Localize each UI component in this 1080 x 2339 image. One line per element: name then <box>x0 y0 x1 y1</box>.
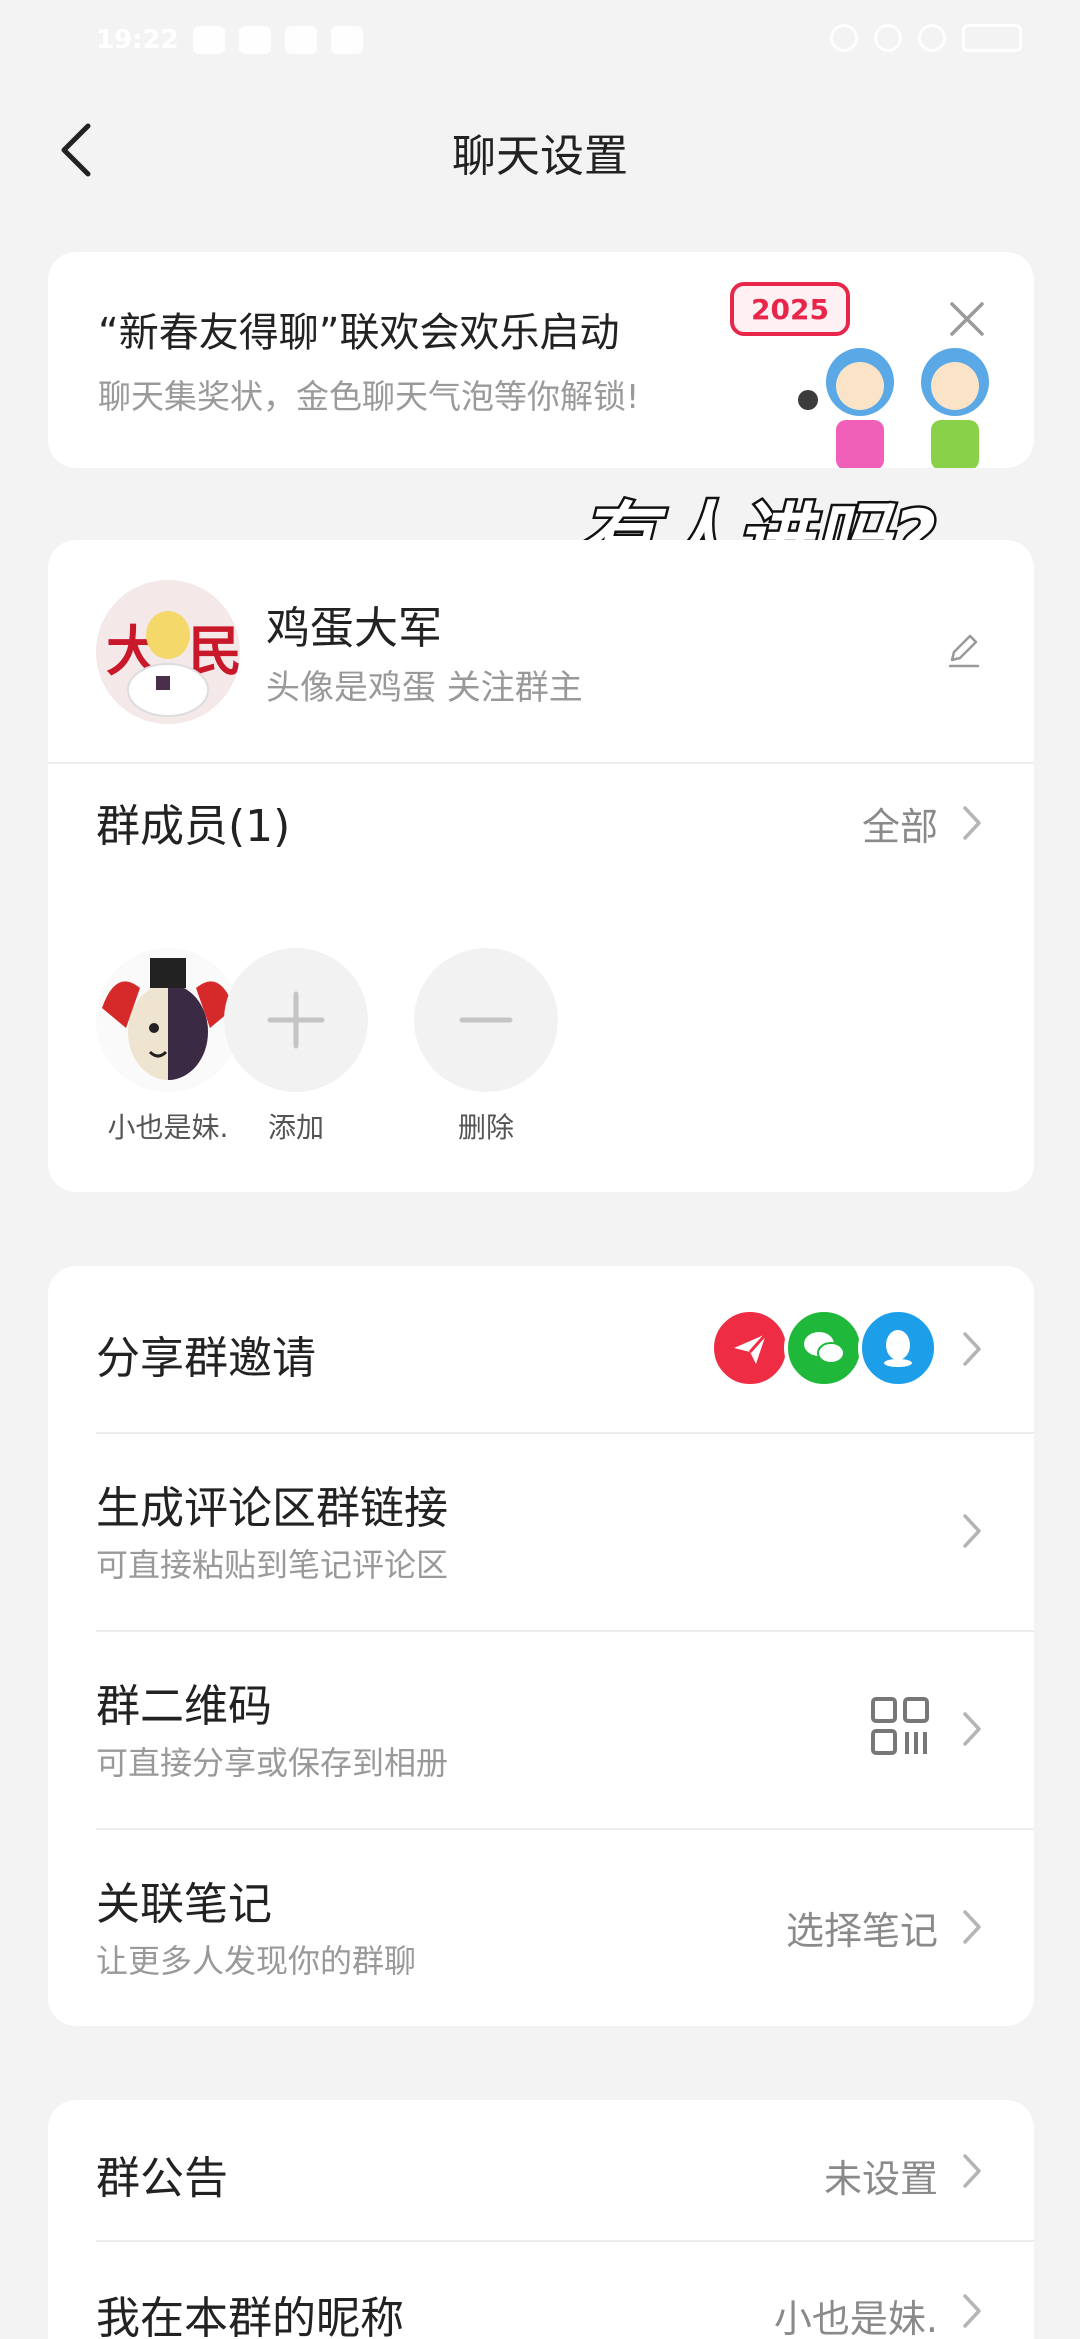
add-member-label: 添加 <box>267 1111 324 1144</box>
qr-code-icon <box>871 1697 929 1755</box>
members-label: 群成员(1) <box>96 801 291 852</box>
share-icon-group <box>710 1308 938 1388</box>
chevron-right-icon <box>963 1332 981 1366</box>
comment-link-row[interactable]: 生成评论区群链接 可直接粘贴到笔记评论区 <box>48 1434 1034 1630</box>
close-icon[interactable] <box>944 296 990 342</box>
add-circle <box>224 948 368 1092</box>
group-avatar[interactable]: 大 民 <box>96 580 240 724</box>
wechat-icon <box>784 1308 864 1388</box>
nav-bar: 聊天设置 <box>0 100 1080 200</box>
qq-icon <box>858 1308 938 1388</box>
mute-icon <box>830 24 858 52</box>
notification-icon <box>192 26 225 54</box>
promo-title: “新春友得聊”联欢会欢乐启动 <box>98 310 620 356</box>
comment-link-title: 生成评论区群链接 <box>96 1483 448 1534</box>
promo-banner[interactable]: “新春友得聊”联欢会欢乐启动 聊天集奖状，金色聊天气泡等你解锁! 2025 <box>48 252 1034 468</box>
announcement-row[interactable]: 群公告 未设置 <box>48 2100 1034 2240</box>
send-icon <box>710 1308 790 1388</box>
chick-avatar-icon: 大 民 <box>96 580 240 724</box>
nickname-value: 小也是妹. <box>773 2297 938 2339</box>
remove-circle <box>414 948 558 1092</box>
nickname-row[interactable]: 我在本群的昵称 小也是妹. <box>48 2242 1034 2339</box>
moon-icon <box>874 24 902 52</box>
minus-icon <box>459 1017 513 1023</box>
remove-member-label: 删除 <box>457 1111 514 1144</box>
members-all-link[interactable]: 全部 <box>862 796 938 851</box>
remove-member-button[interactable]: 删除 <box>406 948 566 1146</box>
notification-icon <box>284 26 317 54</box>
promo-subtitle: 聊天集奖状，金色聊天气泡等你解锁! <box>98 377 640 416</box>
announcement-label: 群公告 <box>96 2153 228 2204</box>
group-description: 头像是鸡蛋 关注群主 <box>266 668 583 708</box>
linked-note-subtitle: 让更多人发现你的群聊 <box>96 1942 417 1980</box>
chevron-right-icon <box>963 1712 981 1746</box>
group-settings-card: 群公告 未设置 我在本群的昵称 小也是妹. <box>48 2100 1034 2339</box>
qr-code-row[interactable]: 群二维码 可直接分享或保存到相册 <box>48 1632 1034 1828</box>
select-note-link[interactable]: 选择笔记 <box>786 1900 938 1955</box>
battery-icon <box>962 24 1022 52</box>
qr-code-title: 群二维码 <box>96 1681 272 1732</box>
chevron-right-icon <box>963 2294 981 2328</box>
group-name: 鸡蛋大军 <box>266 603 442 654</box>
group-info-card: 大 民 鸡蛋大军 头像是鸡蛋 关注群主 群成员(1) 全部 小也是妹. 添加 删… <box>48 540 1034 1192</box>
chevron-right-icon <box>963 2154 981 2188</box>
share-invite-label: 分享群邀请 <box>96 1333 316 1384</box>
status-time: 19:22 <box>96 25 179 55</box>
chevron-right-icon <box>963 1910 981 1944</box>
comment-link-subtitle: 可直接粘贴到笔记评论区 <box>96 1546 449 1584</box>
members-row[interactable]: 群成员(1) 全部 <box>48 762 1034 882</box>
qr-code-subtitle: 可直接分享或保存到相册 <box>96 1744 449 1782</box>
year-badge: 2025 <box>730 282 850 336</box>
wifi-icon <box>918 24 946 52</box>
plus-icon <box>267 991 325 1049</box>
linked-note-row[interactable]: 关联笔记 让更多人发现你的群聊 选择笔记 <box>48 1830 1034 2026</box>
add-member-button[interactable]: 添加 <box>216 948 376 1146</box>
page-title: 聊天设置 <box>452 131 628 182</box>
chevron-right-icon <box>963 806 981 840</box>
share-card: 分享群邀请 生成评论区群链接 可直接粘贴到笔记评论区 群二维码 可直接分享或保存… <box>48 1266 1034 2026</box>
linked-note-title: 关联笔记 <box>96 1879 272 1930</box>
announcement-value: 未设置 <box>823 2157 938 2201</box>
share-invite-row[interactable]: 分享群邀请 <box>48 1266 1034 1432</box>
edit-icon[interactable] <box>944 630 984 670</box>
notification-icon <box>238 26 271 54</box>
chevron-right-icon <box>963 1514 981 1548</box>
notification-icon <box>330 26 363 54</box>
nickname-label: 我在本群的昵称 <box>96 2293 404 2339</box>
status-bar: 19:22 <box>0 0 1080 80</box>
doll-illustration <box>798 348 989 468</box>
